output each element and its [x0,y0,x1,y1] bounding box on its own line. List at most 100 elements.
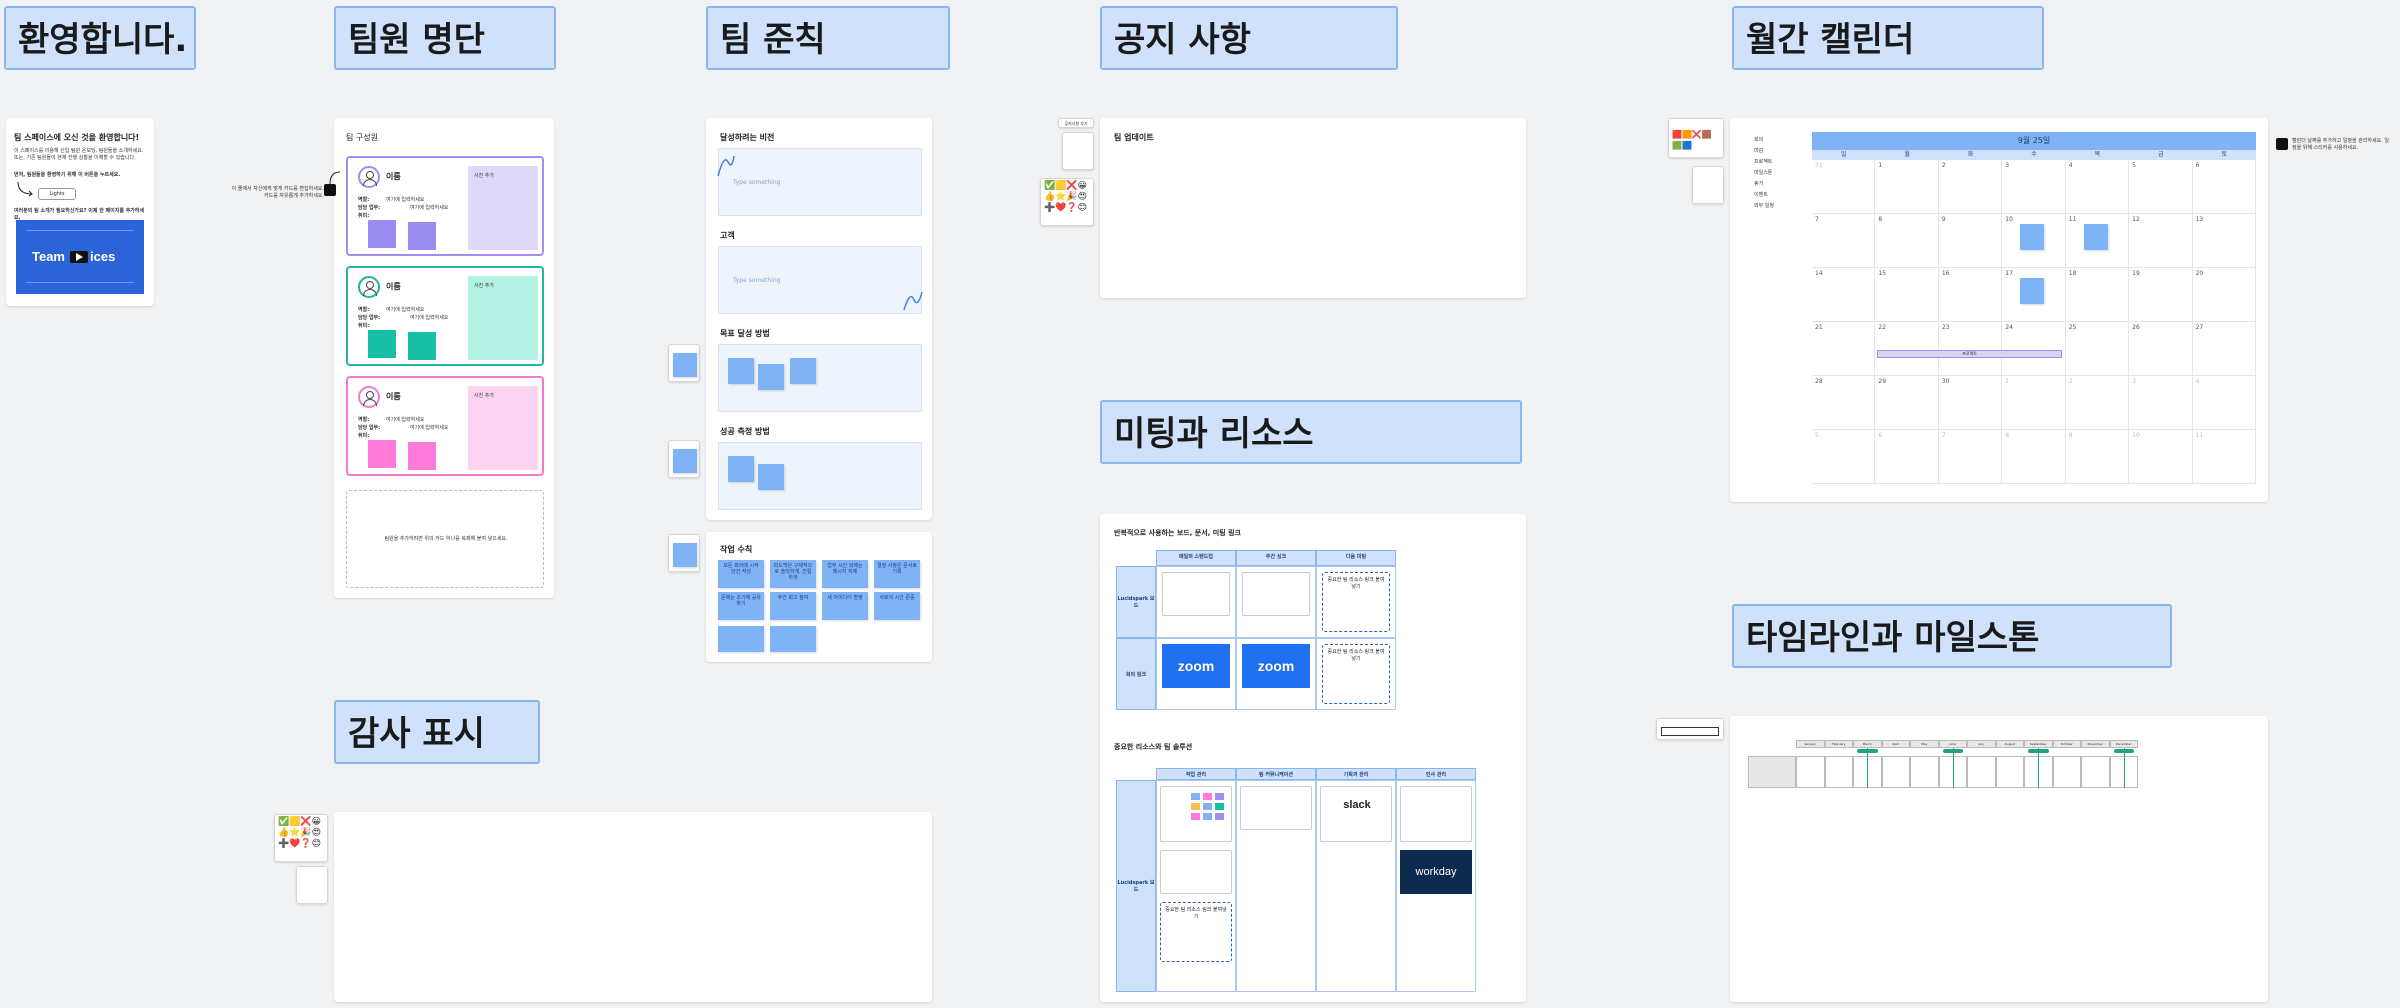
calendar-day-cell[interactable]: 3 [2002,160,2066,214]
photo-placeholder[interactable]: 사진 추가 [468,166,538,250]
timeline-cell[interactable] [1824,756,1853,788]
member-name[interactable]: 이름 [386,171,401,182]
calendar-day-cell[interactable]: 21 [1812,322,1876,376]
timeline-cell[interactable] [1881,756,1910,788]
calendar-sticker[interactable] [2020,278,2045,304]
calendar-legend-item[interactable]: 휴가 [1754,180,1763,189]
timeline-row-header[interactable] [1748,756,1796,788]
vision-box[interactable]: Type something [718,148,922,216]
add-member-dropzone[interactable]: 팀원을 추가하려면 위의 카드 하나를 복제해 붙여 넣으세요. [346,490,544,588]
calendar-day-cell[interactable]: 7 [1812,214,1876,268]
calendar-day-cell[interactable]: 27 [2192,322,2256,376]
calendar-day-cell[interactable]: 14 [1812,268,1876,322]
calendar-day-cell[interactable]: 9 [2065,430,2130,484]
member-name[interactable]: 이름 [386,281,401,292]
sticky-note[interactable] [718,626,764,652]
timeline-cell[interactable] [1910,756,1939,788]
calendar-legend-item[interactable]: 마감 [1754,147,1763,156]
calendar-day-cell[interactable]: 18 [2065,268,2130,322]
calendar-day-cell[interactable]: 9 [1938,214,2003,268]
thanks-panel[interactable] [334,812,932,1002]
work-rule-sticky[interactable]: 새 아이디어 환영 [822,592,868,620]
sticky-stack-widget[interactable] [668,344,700,382]
work-rule-sticky[interactable]: 업무 시간 외에는 메시지 자제 [822,560,868,588]
calendar-sticker[interactable] [2020,224,2045,250]
calendar-day-cell[interactable]: 5 [1812,430,1876,484]
timeline-shape-widget[interactable] [1656,718,1724,740]
member-dept-value[interactable]: 여기에 입력하세요 [410,204,448,213]
calendar-day-cell[interactable]: 28 [1812,376,1876,430]
photo-placeholder[interactable]: 사진 추가 [468,386,538,470]
calendar-day-cell[interactable]: 23 [1938,322,2003,376]
work-rule-sticky[interactable]: 피드백은 구체적으로 솔직하게, 친절하게 [770,560,816,588]
calendar-legend-item[interactable]: 외부 일정 [1754,202,1774,211]
calendar-day-cell[interactable]: 31 [1812,160,1876,214]
section-title-roster[interactable]: 팀원 명단 [334,6,556,70]
sticky-note[interactable] [408,332,436,360]
calendar-day-cell[interactable]: 16 [1938,268,2003,322]
resource-link-note[interactable]: 중요한 팀 리소스 링크 붙여넣기 [1322,572,1390,632]
zoom-link-card[interactable]: zoom [1162,644,1230,688]
rules-panel-top[interactable]: 달성하려는 비전 Type something 고객 Type somethin… [706,118,932,520]
calendar-day-cell[interactable]: 26 [2129,322,2193,376]
calendar-day-cell[interactable]: 24 [2002,322,2066,376]
sticky-note[interactable] [758,464,784,490]
resource-link-note[interactable]: 중요한 팀 리소스 링크 붙여넣기 [1322,644,1390,704]
resource-link-note[interactable]: 중요한 팀 리소스 링크 붙여넣기 [1160,902,1232,962]
play-icon[interactable] [70,251,88,263]
sticky-note[interactable] [408,442,436,470]
calendar-month-title[interactable]: 9월 25일 [1812,132,2256,150]
timeline-panel[interactable]: January February March April May June July Augu… [1730,716,2268,1002]
member-card[interactable]: 이름 역할: 여기에 입력하세요 담당 업무: 여기에 입력하세요 취미: 사진 추가 [346,376,544,476]
roster-panel[interactable]: 팀 구성원 이름 역할: 여기에 입력하세요 담당 업무: 여기에 입력하세요 취미: 사진… [334,118,554,598]
board-link-card[interactable] [1160,850,1232,894]
section-title-notice[interactable]: 공지 사항 [1100,6,1398,70]
timeline-cell[interactable] [2052,756,2081,788]
timeline-cell[interactable] [1995,756,2024,788]
sticky-stack-widget[interactable] [668,440,700,478]
reaction-emoji-palette[interactable]: ✅🟨❌😀 👍⭐🎉😍 ➕❤️❓😊 [274,814,328,862]
milestone-marker[interactable] [1942,749,1963,753]
calendar-day-cell[interactable]: 8 [2002,430,2066,484]
calendar-day-cell[interactable]: 4 [2065,160,2130,214]
member-card[interactable]: 이름 역할: 여기에 입력하세요 담당 업무: 여기에 입력하세요 취미: 사진 추가 [346,266,544,366]
section-title-rules[interactable]: 팀 준칙 [706,6,950,70]
sticky-note[interactable] [368,440,396,468]
note-marker-icon[interactable] [2276,138,2288,150]
timeline-cell[interactable] [2081,756,2110,788]
work-rule-sticky[interactable]: 결정 사항은 문서로 기록 [874,560,920,588]
section-title-calendar[interactable]: 월간 캘린더 [1732,6,2044,70]
slack-link-card[interactable]: slack [1320,786,1392,842]
calendar-day-cell[interactable]: 3 [2129,376,2193,430]
calendar-sticker-palette[interactable]: 🟥🟧❌🟫 🟩🟦 [1668,118,1724,158]
calendar-day-cell[interactable]: 6 [2192,160,2256,214]
note-widget[interactable] [1062,132,1094,170]
link-card[interactable] [1400,786,1472,842]
section-title-meetings[interactable]: 미팅과 리소스 [1100,400,1522,464]
board-link-card[interactable] [1162,572,1230,616]
section-title-thanks[interactable]: 감사 표시 [334,700,540,764]
section-title-welcome[interactable]: 환영합니다. [4,6,196,70]
calendar-day-cell[interactable]: 15 [1875,268,1939,322]
sticky-note[interactable] [408,222,436,250]
sticky-note[interactable] [758,364,784,390]
welcome-panel[interactable]: 팀 스페이스에 오신 것을 환영합니다! 이 스페이스를 이용해 신입 팀원 온… [6,118,154,306]
calendar-day-cell[interactable]: 30 [1938,376,2003,430]
rules-panel-work[interactable]: 작업 수칙 모든 회의에 시작 안건 작성 피드백은 구체적으로 솔직하게, 친절… [706,532,932,662]
work-rule-sticky[interactable]: 서로의 시간 존중 [874,592,920,620]
work-rule-sticky[interactable]: 문제는 조기에 공유하기 [718,592,764,620]
board-thumbnail-card[interactable] [1160,786,1232,842]
calendar-day-cell[interactable]: 4 [2192,376,2256,430]
board-link-card[interactable] [1240,786,1312,830]
calendar-day-cell[interactable]: 29 [1875,376,1939,430]
team-voices-banner[interactable]: Team ices [16,220,144,294]
board-link-card[interactable] [1242,572,1310,616]
workday-link-card[interactable]: workday [1400,850,1472,894]
sticky-stack-widget[interactable] [668,534,700,572]
milestone-marker[interactable] [2113,749,2134,753]
work-rule-sticky[interactable]: 주간 회고 참여 [770,592,816,620]
section-title-timeline[interactable]: 타임라인과 마일스톤 [1732,604,2172,668]
note-widget[interactable] [1692,166,1724,204]
member-card[interactable]: 이름 역할: 여기에 입력하세요 담당 업무: 여기에 입력하세요 취미: 사진 추가 [346,156,544,256]
work-rule-sticky[interactable]: 모든 회의에 시작 안건 작성 [718,560,764,588]
